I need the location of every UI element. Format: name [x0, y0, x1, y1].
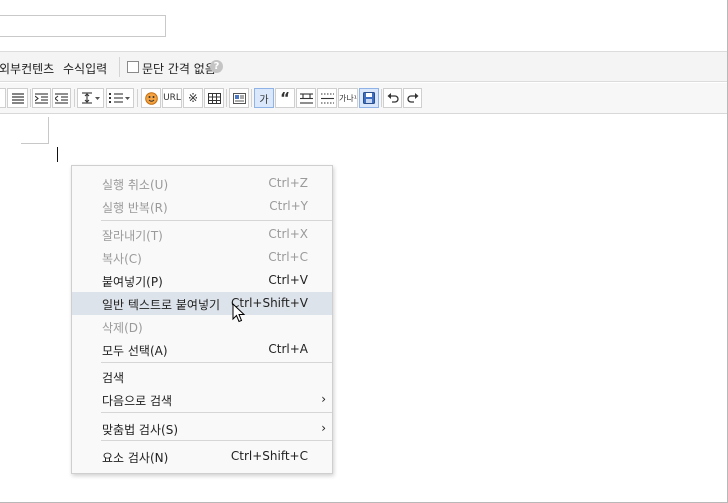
emoticon-button[interactable] [141, 88, 161, 108]
menu-item-spell-check[interactable]: 맞춤법 검사(S) › [72, 417, 332, 440]
align-justify-button[interactable] [7, 88, 28, 108]
menu-item-label: 실행 취소(U) [102, 178, 169, 192]
external-content-button[interactable]: 외부컨텐츠 [0, 60, 54, 77]
template-button[interactable] [229, 88, 249, 108]
formula-input-button[interactable]: 수식입력 [63, 60, 107, 77]
redo-icon [406, 93, 418, 103]
menu-separator [101, 412, 332, 413]
submenu-arrow-icon: › [321, 392, 326, 406]
menu-item-label: 붙여넣기(P) [102, 275, 163, 289]
indent-button[interactable] [32, 88, 51, 108]
menu-item-delete[interactable]: 삭제(D) [72, 315, 332, 338]
menu-item-redo[interactable]: 실행 반복(R) Ctrl+Y [72, 195, 332, 218]
help-icon[interactable]: ? [210, 60, 223, 73]
menu-item-select-all[interactable]: 모두 선택(A) Ctrl+A [72, 338, 332, 361]
menu-item-cut[interactable]: 잘라내기(T) Ctrl+X [72, 223, 332, 246]
menu-item-label: 모두 선택(A) [102, 344, 168, 358]
editor-toolbar: URL ※ 가 “ 가나¹ [0, 83, 727, 114]
title-input[interactable] [0, 15, 166, 37]
horizontal-line-button[interactable] [296, 88, 316, 108]
text-caret [57, 147, 58, 162]
table-button[interactable] [204, 88, 224, 108]
menu-item-paste-plain-text[interactable]: 일반 텍스트로 붙여넣기 Ctrl+Shift+V [72, 292, 332, 315]
special-character-button[interactable]: ※ [183, 88, 203, 108]
save-button[interactable] [359, 88, 379, 108]
no-paragraph-spacing-label[interactable]: 문단 간격 없음 [142, 60, 216, 77]
menu-item-label: 실행 반복(R) [102, 201, 168, 215]
menu-item-search[interactable]: 검색 [72, 365, 332, 388]
menu-item-undo[interactable]: 실행 취소(U) Ctrl+Z [72, 172, 332, 195]
template-icon [232, 92, 246, 104]
indent-icon [35, 92, 48, 104]
menu-item-label: 요소 검사(N) [102, 451, 169, 465]
font-box-button[interactable]: 가 [254, 88, 274, 108]
numbered-list-icon [109, 93, 130, 103]
menu-item-shortcut: Ctrl+Shift+C [230, 449, 308, 463]
undo-icon [387, 93, 399, 103]
menu-item-shortcut: Ctrl+X [268, 227, 308, 241]
no-paragraph-spacing-checkbox[interactable] [127, 61, 139, 73]
line-height-icon [81, 92, 100, 104]
ruby-text-button[interactable]: 가나¹ [338, 88, 358, 108]
redo-button[interactable] [403, 88, 422, 108]
menu-item-label: 검색 [102, 371, 125, 385]
table-icon [207, 92, 221, 104]
menu-item-copy[interactable]: 복사(C) Ctrl+C [72, 246, 332, 269]
outdent-button[interactable] [52, 88, 71, 108]
menu-item-label: 일반 텍스트로 붙여넣기 [102, 298, 221, 312]
toolbar-separator [137, 89, 138, 107]
menu-separator [101, 440, 332, 441]
page-margin-guide [21, 117, 49, 144]
context-menu: 실행 취소(U) Ctrl+Z 실행 반복(R) Ctrl+Y 잘라내기(T) Ctrl+… [71, 165, 333, 474]
list-dropdown[interactable] [106, 88, 134, 108]
menu-item-search-with[interactable]: 다음으로 검색 › [72, 388, 332, 411]
menu-item-paste[interactable]: 붙여넣기(P) Ctrl+V [72, 269, 332, 292]
option-divider [119, 57, 120, 77]
mouse-pointer-icon [232, 303, 246, 323]
align-right-button[interactable] [0, 88, 6, 108]
quote-button[interactable]: “ [275, 88, 295, 108]
menu-item-label: 맞춤법 검사(S) [102, 423, 178, 437]
submenu-arrow-icon: › [321, 421, 326, 435]
toolbar-separator [74, 89, 75, 107]
menu-item-inspect-element[interactable]: 요소 검사(N) Ctrl+Shift+C [72, 445, 332, 468]
link-button[interactable]: URL [162, 88, 182, 108]
undo-button[interactable] [383, 88, 402, 108]
toolbar-separator [30, 89, 31, 107]
menu-item-shortcut: Ctrl+V [268, 273, 308, 287]
toolbar-separator [381, 89, 382, 107]
emoticon-icon [144, 91, 158, 105]
align-justify-icon [11, 92, 24, 104]
title-bar [0, 0, 727, 51]
menu-item-shortcut: Ctrl+Z [268, 176, 308, 190]
toolbar-separator [226, 89, 227, 107]
horizontal-line-icon [299, 92, 313, 104]
menu-item-label: 잘라내기(T) [102, 229, 163, 243]
divider-button[interactable] [317, 88, 337, 108]
menu-item-label: 삭제(D) [102, 321, 143, 335]
menu-item-shortcut: Ctrl+C [268, 250, 308, 264]
menu-item-label: 다음으로 검색 [102, 394, 173, 408]
toolbar-separator [251, 89, 252, 107]
menu-item-shortcut: Ctrl+A [268, 342, 308, 356]
menu-separator [101, 220, 332, 221]
menu-separator [101, 362, 332, 363]
option-bar: 외부컨텐츠 수식입력 문단 간격 없음 ? [0, 51, 727, 82]
editor-window: 외부컨텐츠 수식입력 문단 간격 없음 ? URL ※ 가 “ 가나¹ 실행 취… [0, 0, 728, 503]
outdent-icon [55, 92, 68, 104]
divider-icon [320, 92, 334, 104]
floppy-disk-icon [363, 92, 375, 104]
menu-item-label: 복사(C) [102, 252, 142, 266]
menu-item-shortcut: Ctrl+Y [269, 199, 308, 213]
line-height-dropdown[interactable] [77, 88, 104, 108]
